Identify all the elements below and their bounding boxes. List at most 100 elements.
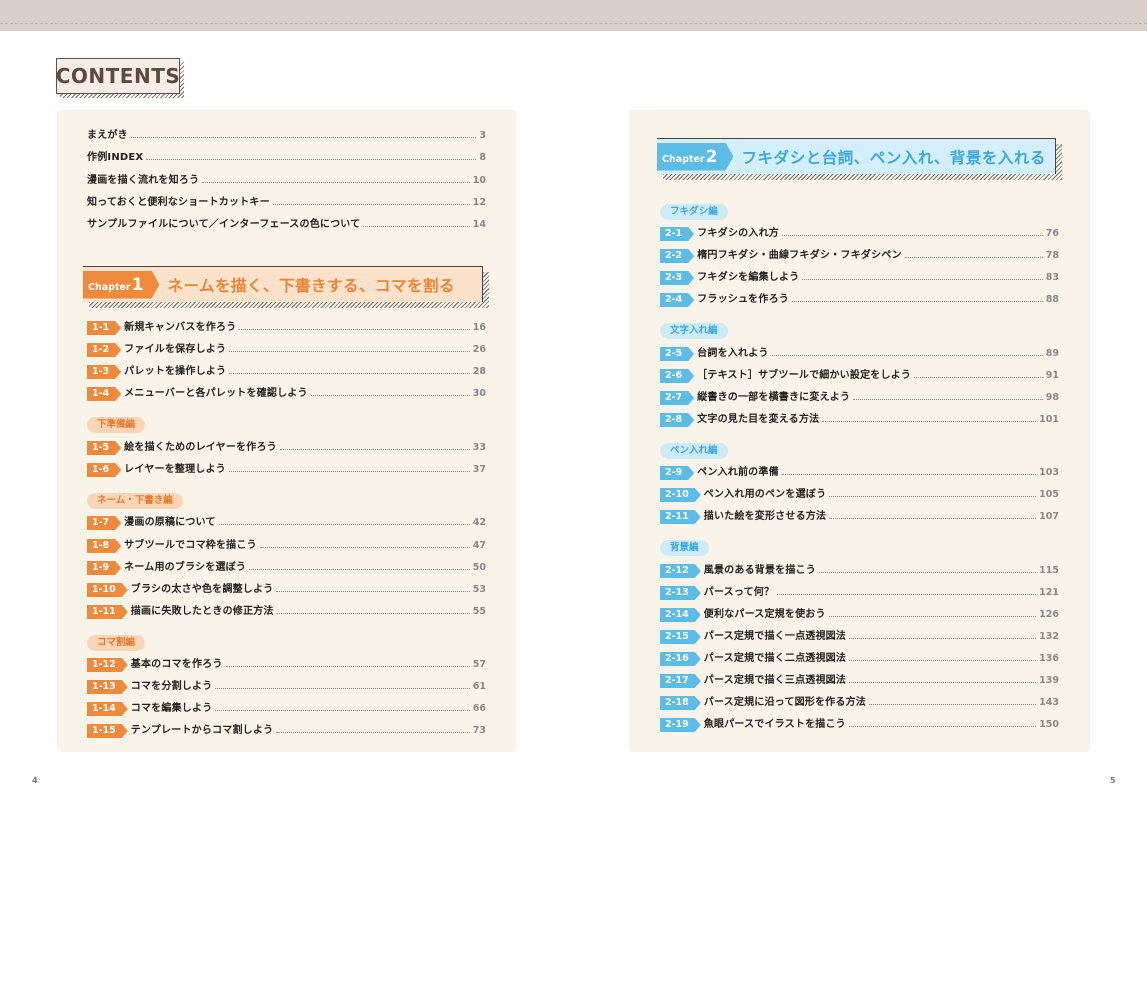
toc-entry[interactable]: 2-4 フラッシュを作ろう 88 [660,292,1059,308]
toc-entry[interactable]: 2-14 便利なパース定規を使おう 126 [660,607,1059,623]
toc-entry[interactable]: 1-13 コマを分割しよう 61 [87,679,486,695]
toc-entry[interactable]: 1-9 ネーム用のブラシを選ぼう 50 [87,560,486,576]
entry-title: まえがき [87,130,128,141]
toc-entry[interactable]: 1-7 漫画の原稿について 42 [87,515,486,531]
toc-entry[interactable]: 2-8 文字の見た目を変える方法 101 [660,412,1059,428]
section-number-badge: 2-6 [660,369,694,383]
dot-leader [215,710,470,711]
toc-entry[interactable]: 2-17 パース定規で描く三点透視図法 139 [660,673,1059,689]
entry-page-number: 139 [1039,675,1059,686]
toc-entry[interactable]: 2-5 台詞を入れよう 89 [660,346,1059,362]
toc-entry[interactable]: 1-11 描画に失敗したときの修正方法 55 [87,604,486,620]
dot-leader [276,732,470,733]
section-number-badge: 2-8 [660,413,694,427]
toc-entry[interactable]: 2-18 パース定規に沿って図形を作る方法 143 [660,695,1059,711]
dot-leader [777,594,1037,595]
entry-page-number: 89 [1045,348,1059,359]
section-number-badge: 2-12 [660,564,701,578]
dot-leader [229,373,470,374]
entry-title: メニューバーと各パレットを確認しよう [124,388,308,399]
section-number-badge: 2-11 [660,510,701,524]
entry-page-number: 42 [472,517,486,528]
toc-entry[interactable]: 2-2 楕円フキダシ・曲線フキダシ・フキダシペン 78 [660,248,1059,264]
toc-entry[interactable]: 1-2 ファイルを保存しよう 26 [87,342,486,358]
toc-entry[interactable]: 知っておくと便利なショートカットキー 12 [87,195,486,211]
toc-entry[interactable]: 1-8 サブツールでコマ枠を描こう 47 [87,538,486,554]
dot-leader [853,399,1043,400]
section-tag: フキダシ編 [660,204,728,220]
section-number-badge: 2-14 [660,608,701,622]
dot-leader [363,226,470,227]
toc-entry[interactable]: 2-12 風景のある背景を描こう 115 [660,563,1059,579]
toc-entry[interactable]: 1-6 レイヤーを整理しよう 37 [87,462,486,478]
dot-leader [276,613,470,614]
toc-entry[interactable]: 2-11 描いた絵を変形させる方法 107 [660,509,1059,525]
toc-entry[interactable]: 2-10 ペン入れ用のペンを選ぼう 105 [660,487,1059,503]
dot-leader [904,257,1043,258]
section-number-badge: 1-14 [87,702,128,716]
entry-title: 知っておくと便利なショートカットキー [87,197,270,208]
entry-page-number: 66 [472,703,486,714]
entry-page-number: 98 [1045,392,1059,403]
section-number-badge: 2-1 [660,227,694,241]
dot-leader [791,301,1043,302]
toc-entry[interactable]: 1-5 絵を描くためのレイヤーを作ろう 33 [87,440,486,456]
entry-title: パレットを操作しよう [124,366,227,377]
entry-title: ファイルを保存しよう [124,344,227,355]
entry-title: フキダシの入れ方 [697,228,779,239]
toc-entry[interactable]: 1-4 メニューバーと各パレットを確認しよう 30 [87,386,486,402]
toc-entry[interactable]: 1-15 テンプレートからコマ割しよう 73 [87,723,486,739]
toc-entry[interactable]: 漫画を描く流れを知ろう 10 [87,173,486,189]
entry-title: ペン入れ用のペンを選ぼう [703,489,827,500]
toc-entry[interactable]: 2-16 パース定規で描く二点透視図法 136 [660,651,1059,667]
dot-leader [849,682,1037,683]
toc-entry[interactable]: 2-19 魚眼パースでイラストを描こう 150 [660,717,1059,733]
toc-entry[interactable]: サンプルファイルについて／インターフェースの色について 14 [87,217,486,233]
toc-entry[interactable]: 2-15 パース定規で描く一点透視図法 132 [660,629,1059,645]
entry-page-number: 53 [472,584,486,595]
toc-entry[interactable]: 2-6 ［テキスト］サブツールで細かい設定をしよう 91 [660,368,1059,384]
entry-title: フラッシュを作ろう [697,294,789,305]
entry-page-number: 91 [1045,370,1059,381]
section-number-badge: 2-2 [660,249,694,263]
entry-page-number: 37 [472,464,486,475]
chapter-word: Chapter [88,281,131,293]
toc-entry[interactable]: 2-13 パースって何？ 121 [660,585,1059,601]
top-border-band [0,0,1147,31]
entry-title: 文字の見た目を変える方法 [697,414,820,425]
dot-leader [215,688,470,689]
toc-entry[interactable]: 1-1 新規キャンバスを作ろう 16 [87,320,486,336]
entry-title: ［テキスト］サブツールで細かい設定をしよう [697,370,912,381]
toc-entry[interactable]: 1-14 コマを編集しよう 66 [87,701,486,717]
entry-title: サンプルファイルについて／インターフェースの色について [87,219,361,230]
dot-leader [848,726,1037,727]
section-number-badge: 2-7 [660,391,694,405]
toc-entry[interactable]: 1-12 基本のコマを作ろう 57 [87,657,486,673]
toc-entry[interactable]: 2-1 フキダシの入れ方 76 [660,226,1059,242]
entry-page-number: 55 [472,606,486,617]
toc-entry[interactable]: 1-10 ブラシの太さや色を調整しよう 53 [87,582,486,598]
section-number-badge: 2-5 [660,347,694,361]
toc-entry[interactable]: 2-7 縦書きの一部を横書きに変えよう 98 [660,390,1059,406]
dot-leader [276,591,470,592]
banner-body: Chapter 2 フキダシと台詞、ペン入れ、背景を入れる [657,138,1056,174]
entry-page-number: 33 [472,442,486,453]
toc-entry[interactable]: 作例INDEX 8 [87,150,486,166]
dot-leader [249,569,470,570]
entry-page-number: 88 [1045,294,1059,305]
section-number-badge: 2-18 [660,696,701,710]
entry-page-number: 61 [472,681,486,692]
toc-entry[interactable]: まえがき 3 [87,128,486,144]
contents-heading: CONTENTS [56,58,184,98]
entry-title: 描いた絵を変形させる方法 [703,511,827,522]
entry-title: 台詞を入れよう [697,348,769,359]
entry-page-number: 14 [472,219,486,230]
toc-entry[interactable]: 1-3 パレットを操作しよう 28 [87,364,486,380]
section-tag: 下準備編 [87,417,146,433]
toc-entry[interactable]: 2-9 ペン入れ前の準備 103 [660,465,1059,481]
section-number-badge: 1-4 [87,387,121,401]
toc-entry[interactable]: 2-3 フキダシを編集しよう 83 [660,270,1059,286]
section-tag: 文字入れ編 [660,323,728,339]
dot-leader [239,329,470,330]
dot-leader [130,137,477,138]
